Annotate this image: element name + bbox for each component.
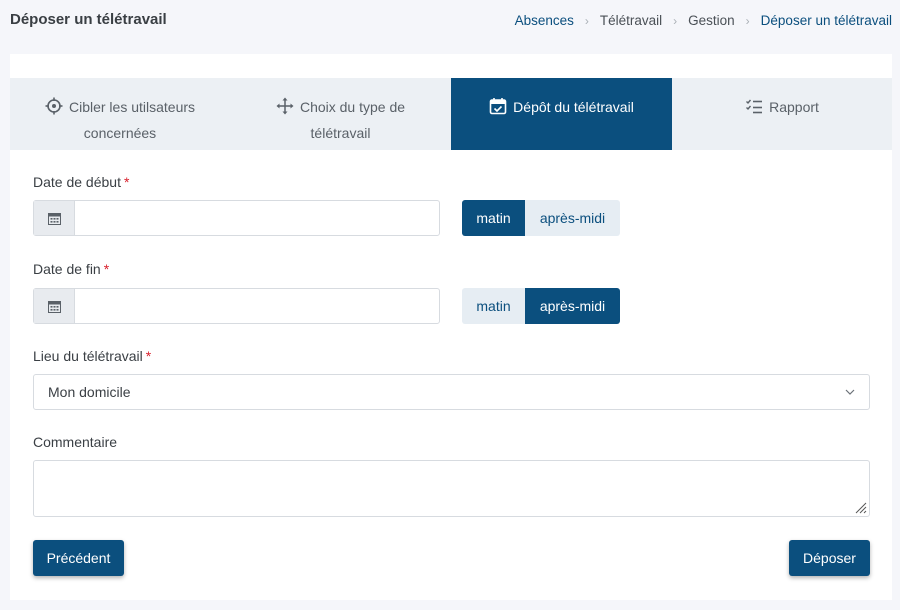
end-matin-button[interactable]: matin [462, 288, 525, 324]
tab-label: télétravail [310, 125, 371, 141]
tab-label: Rapport [769, 99, 819, 115]
calendar-icon[interactable] [34, 201, 75, 235]
end-half-day-toggle: matin après-midi [462, 288, 620, 324]
top-bar: Déposer un télétravail Absences › Télétr… [0, 0, 900, 42]
comment-textarea[interactable] [33, 460, 870, 517]
tab-cibler-utilisateurs[interactable]: Cibler les utilsateurs concernées [10, 78, 230, 150]
breadcrumb-teletravail: Télétravail [599, 13, 663, 28]
start-date-input[interactable] [75, 201, 439, 235]
checklist-icon [746, 99, 763, 114]
previous-button[interactable]: Précédent [33, 540, 124, 576]
end-date-field [33, 288, 440, 324]
breadcrumb-current[interactable]: Déposer un télétravail [761, 13, 892, 28]
page-title: Déposer un télétravail [10, 11, 167, 28]
calendar-icon[interactable] [34, 289, 75, 323]
end-date-label: Date de fin * [33, 261, 109, 277]
breadcrumb-gestion: Gestion [688, 13, 735, 28]
start-matin-button[interactable]: matin [462, 200, 525, 236]
place-select[interactable]: Mon domicile [33, 374, 870, 410]
required-mark: * [103, 261, 110, 277]
label-text: Date de fin [33, 261, 101, 277]
start-date-label: Date de début * [33, 174, 129, 190]
place-label: Lieu du télétravail * [33, 348, 151, 364]
calendar-check-icon [489, 98, 507, 115]
tab-rapport[interactable]: Rapport [672, 78, 892, 150]
wizard-steps: Cibler les utilsateurs concernées Choix … [10, 78, 892, 150]
label-text: Date de début [33, 174, 121, 190]
comment-label: Commentaire [33, 434, 118, 450]
tab-choix-type[interactable]: Choix du type de télétravail [230, 78, 451, 150]
resize-grip-icon[interactable] [853, 500, 867, 514]
chevron-right-icon: › [745, 13, 750, 28]
submit-button[interactable]: Déposer [789, 540, 870, 576]
tab-label: Dépôt du télétravail [513, 99, 634, 115]
chevron-right-icon: › [673, 13, 678, 28]
label-text: Lieu du télétravail [33, 348, 143, 364]
tab-label: Cibler les utilsateurs [68, 99, 196, 115]
end-date-input[interactable] [75, 289, 439, 323]
end-apres-midi-button[interactable]: après-midi [525, 288, 620, 324]
tab-label: Choix du type de [299, 99, 406, 115]
move-arrows-icon [276, 97, 294, 115]
chevron-down-icon [845, 389, 855, 395]
start-date-field [33, 200, 440, 236]
start-apres-midi-button[interactable]: après-midi [525, 200, 620, 236]
required-mark: * [123, 174, 130, 190]
wizard-card: Cibler les utilsateurs concernées Choix … [10, 54, 892, 600]
tab-label: concernées [83, 125, 157, 141]
start-half-day-toggle: matin après-midi [462, 200, 620, 236]
tab-depot-teletravail[interactable]: Dépôt du télétravail [451, 78, 672, 150]
breadcrumb-absences[interactable]: Absences [515, 13, 574, 28]
crosshair-icon [45, 97, 63, 115]
breadcrumb: Absences › Télétravail › Gestion › Dépos… [515, 13, 892, 28]
chevron-right-icon: › [584, 13, 589, 28]
required-mark: * [145, 348, 152, 364]
place-select-value: Mon domicile [48, 384, 131, 400]
